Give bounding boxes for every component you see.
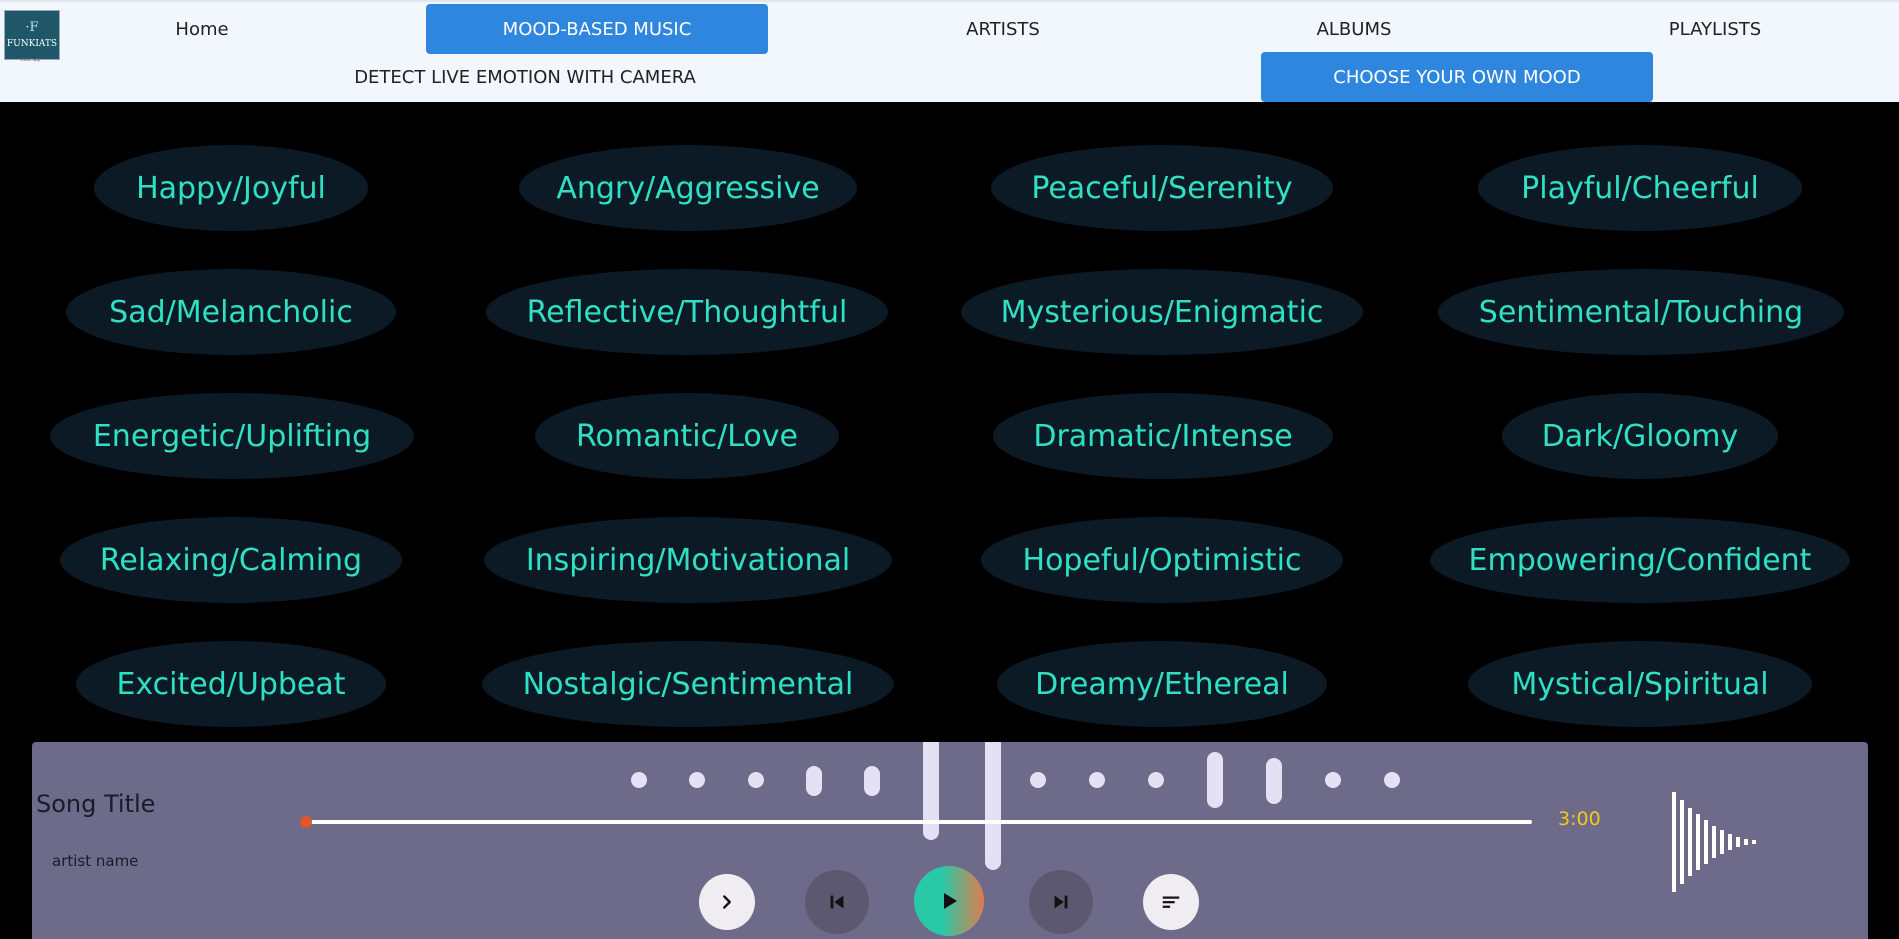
play-icon bbox=[944, 893, 957, 909]
mood-option[interactable]: Hopeful/Optimistic bbox=[981, 517, 1343, 603]
progress-thumb[interactable] bbox=[300, 816, 312, 828]
song-title: Song Title bbox=[36, 790, 156, 818]
logo-mark: ·F bbox=[25, 19, 39, 35]
mood-option[interactable]: Peaceful/Serenity bbox=[991, 145, 1333, 231]
nav-albums[interactable]: ALBUMS bbox=[1260, 4, 1448, 54]
mood-option[interactable]: Mysterious/Enigmatic bbox=[961, 269, 1363, 355]
music-player: Song Title artist name 3:00 bbox=[32, 742, 1868, 939]
mood-option[interactable]: Sentimental/Touching bbox=[1438, 269, 1844, 355]
top-navigation: ·F FUNKIATS Music app Home MOOD-BASED MU… bbox=[0, 0, 1899, 102]
mood-option[interactable]: Nostalgic/Sentimental bbox=[482, 641, 894, 727]
mood-option[interactable]: Relaxing/Calming bbox=[60, 517, 402, 603]
mood-option[interactable]: Inspiring/Motivational bbox=[484, 517, 892, 603]
artist-name: artist name bbox=[52, 852, 139, 870]
logo-subtitle: Music app bbox=[20, 57, 41, 62]
mood-option[interactable]: Dreamy/Ethereal bbox=[997, 641, 1327, 727]
nav-home[interactable]: Home bbox=[120, 4, 284, 54]
volume-bars-icon bbox=[1672, 792, 1756, 892]
audio-visualizer bbox=[631, 742, 1400, 870]
mood-option[interactable]: Dark/Gloomy bbox=[1502, 393, 1778, 479]
mood-option[interactable]: Reflective/Thoughtful bbox=[486, 269, 888, 355]
skip-next-icon bbox=[1054, 895, 1068, 909]
nav-artists[interactable]: ARTISTS bbox=[905, 4, 1101, 54]
queue-button[interactable] bbox=[1143, 874, 1199, 930]
logo-text: FUNKIATS bbox=[6, 38, 58, 49]
tab-detect-live-emotion[interactable]: DETECT LIVE EMOTION WITH CAMERA bbox=[300, 52, 750, 102]
skip-previous-icon bbox=[830, 895, 844, 909]
mood-option[interactable]: Romantic/Love bbox=[535, 393, 839, 479]
app-logo[interactable]: ·F FUNKIATS bbox=[4, 10, 60, 60]
track-duration: 3:00 bbox=[1558, 808, 1601, 830]
next-track-button[interactable] bbox=[1029, 870, 1093, 934]
queue-icon bbox=[1162, 896, 1180, 908]
mood-option[interactable]: Mystical/Spiritual bbox=[1468, 641, 1812, 727]
mood-option[interactable]: Sad/Melancholic bbox=[66, 269, 396, 355]
mood-grid: Happy/Joyful Angry/Aggressive Peaceful/S… bbox=[0, 102, 1899, 742]
mood-option[interactable]: Dramatic/Intense bbox=[993, 393, 1333, 479]
previous-track-button[interactable] bbox=[805, 870, 869, 934]
mood-option[interactable]: Energetic/Uplifting bbox=[50, 393, 414, 479]
nav-playlists[interactable]: PLAYLISTS bbox=[1600, 4, 1830, 54]
mood-option[interactable]: Empowering/Confident bbox=[1430, 517, 1850, 603]
mood-option[interactable]: Angry/Aggressive bbox=[519, 145, 857, 231]
mood-option[interactable]: Happy/Joyful bbox=[94, 145, 368, 231]
tab-choose-your-own-mood[interactable]: CHOOSE YOUR OWN MOOD bbox=[1261, 52, 1653, 102]
progress-bar[interactable] bbox=[302, 820, 1532, 824]
mood-option[interactable]: Excited/Upbeat bbox=[76, 641, 386, 727]
expand-button[interactable] bbox=[699, 874, 755, 930]
play-button[interactable] bbox=[914, 866, 984, 936]
nav-mood-based-music[interactable]: MOOD-BASED MUSIC bbox=[426, 4, 768, 54]
mood-option[interactable]: Playful/Cheerful bbox=[1478, 145, 1802, 231]
chevron-right-icon bbox=[723, 895, 731, 909]
